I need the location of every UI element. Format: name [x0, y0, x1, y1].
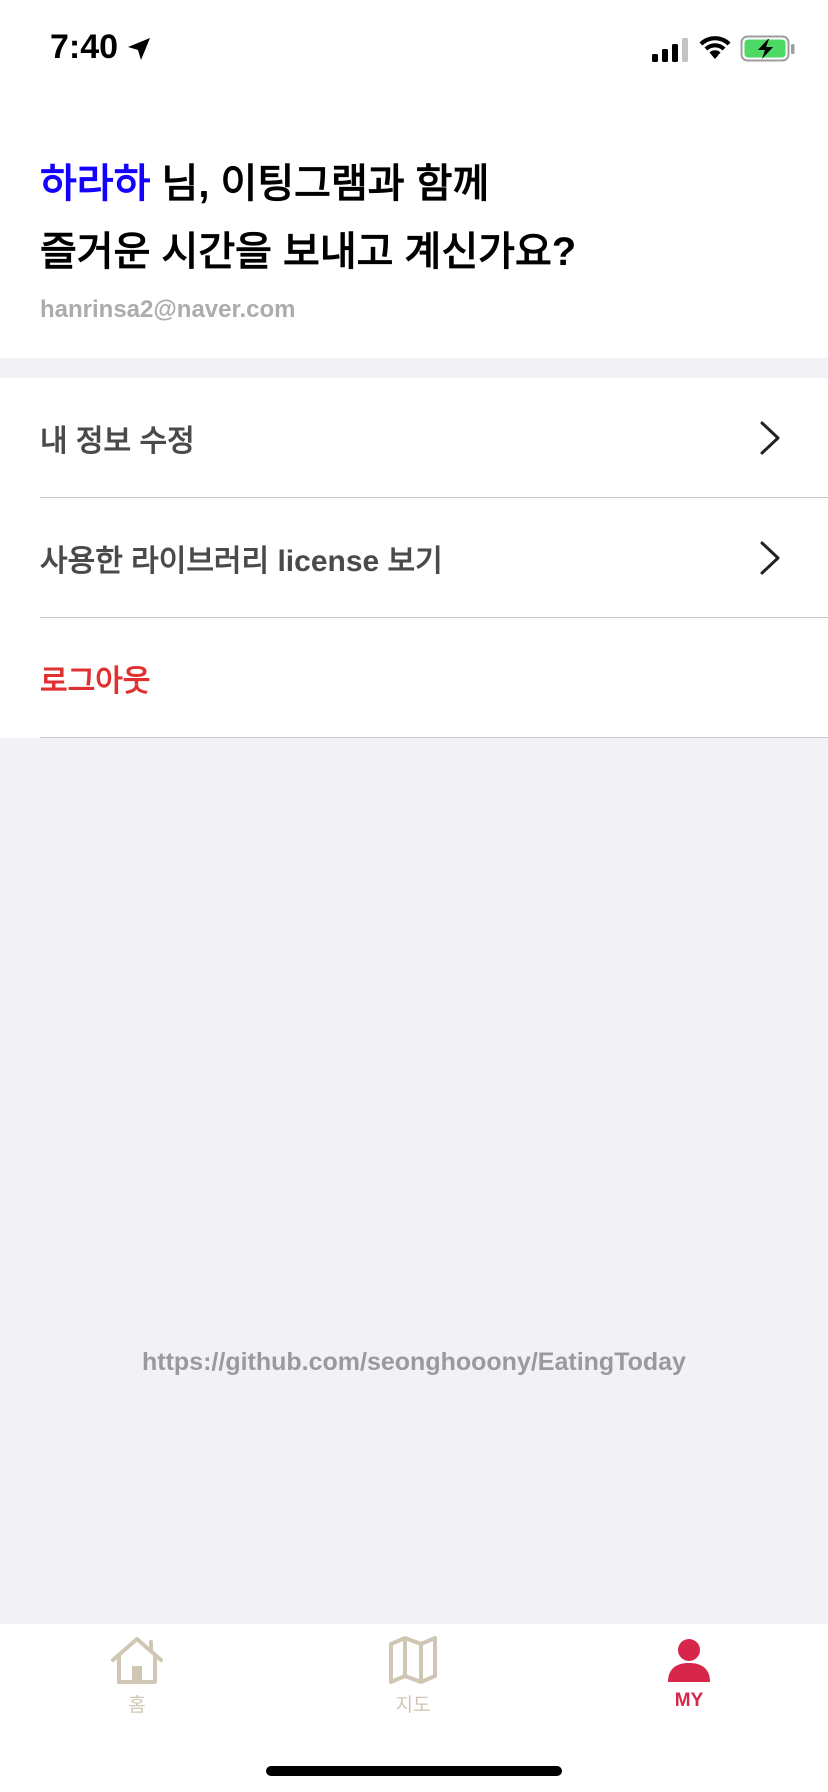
- tab-my-label: MY: [674, 1690, 704, 1711]
- user-email: hanrinsa2@naver.com: [40, 296, 296, 323]
- settings-menu: 내 정보 수정 사용한 라이브러리 license 보기 로그아웃: [0, 378, 828, 738]
- tab-home[interactable]: 홈: [77, 1634, 197, 1734]
- greeting-line-2: 즐거운 시간을 보내고 계신가요?: [40, 230, 577, 274]
- location-arrow-icon: [128, 38, 150, 60]
- battery-charging-icon: [740, 35, 795, 62]
- my-page-screen: 7:40 하라하 님, 이팅그램과 함께 즐거운 시간을 보내고 계신가요? h…: [0, 0, 828, 1792]
- tab-map-label: 지도: [395, 1695, 431, 1716]
- repository-link[interactable]: https://github.com/seonghooony/EatingTod…: [0, 1348, 828, 1377]
- map-icon: [389, 1636, 437, 1684]
- greeting-line-1-suffix: 님, 이팅그램과 함께: [150, 162, 490, 206]
- home-icon: [111, 1637, 163, 1684]
- tab-my[interactable]: MY: [629, 1634, 749, 1734]
- profile-header: 하라하 님, 이팅그램과 함께 즐거운 시간을 보내고 계신가요? hanrin…: [0, 100, 828, 358]
- logout-row[interactable]: 로그아웃: [0, 618, 828, 738]
- licenses-row[interactable]: 사용한 라이브러리 license 보기: [0, 498, 828, 618]
- status-time: 7:40: [50, 28, 119, 66]
- logout-label: 로그아웃: [40, 665, 151, 698]
- cellular-signal-icon: [652, 38, 688, 62]
- edit-profile-label: 내 정보 수정: [40, 425, 195, 458]
- user-name: 하라하: [40, 162, 151, 206]
- edit-profile-row[interactable]: 내 정보 수정: [0, 378, 828, 498]
- divider: [40, 736, 828, 738]
- tab-home-label: 홈: [128, 1695, 146, 1716]
- tab-bar: 홈 지도 MY: [0, 1624, 828, 1792]
- home-indicator[interactable]: [266, 1766, 562, 1776]
- chevron-right-icon: [760, 541, 780, 575]
- status-bar: 7:40: [0, 0, 828, 100]
- greeting-line-1: 하라하 님, 이팅그램과 함께: [40, 150, 576, 218]
- wifi-icon: [699, 36, 731, 59]
- person-icon: [668, 1639, 710, 1682]
- licenses-label: 사용한 라이브러리 license 보기: [40, 545, 443, 578]
- chevron-right-icon: [760, 421, 780, 455]
- tab-map[interactable]: 지도: [353, 1634, 473, 1734]
- greeting-text: 하라하 님, 이팅그램과 함께 즐거운 시간을 보내고 계신가요?: [40, 150, 576, 286]
